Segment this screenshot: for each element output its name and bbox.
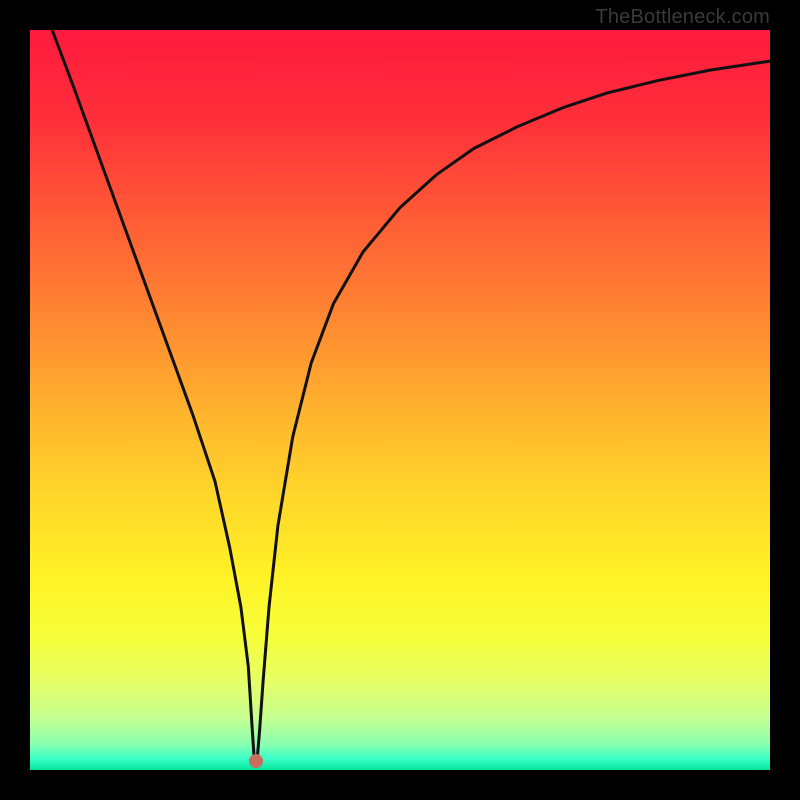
plot-area [30,30,770,770]
optimum-marker [249,754,263,768]
watermark-text: TheBottleneck.com [595,6,770,29]
bottleneck-curve [30,30,770,770]
chart-container: TheBottleneck.com [0,0,800,800]
